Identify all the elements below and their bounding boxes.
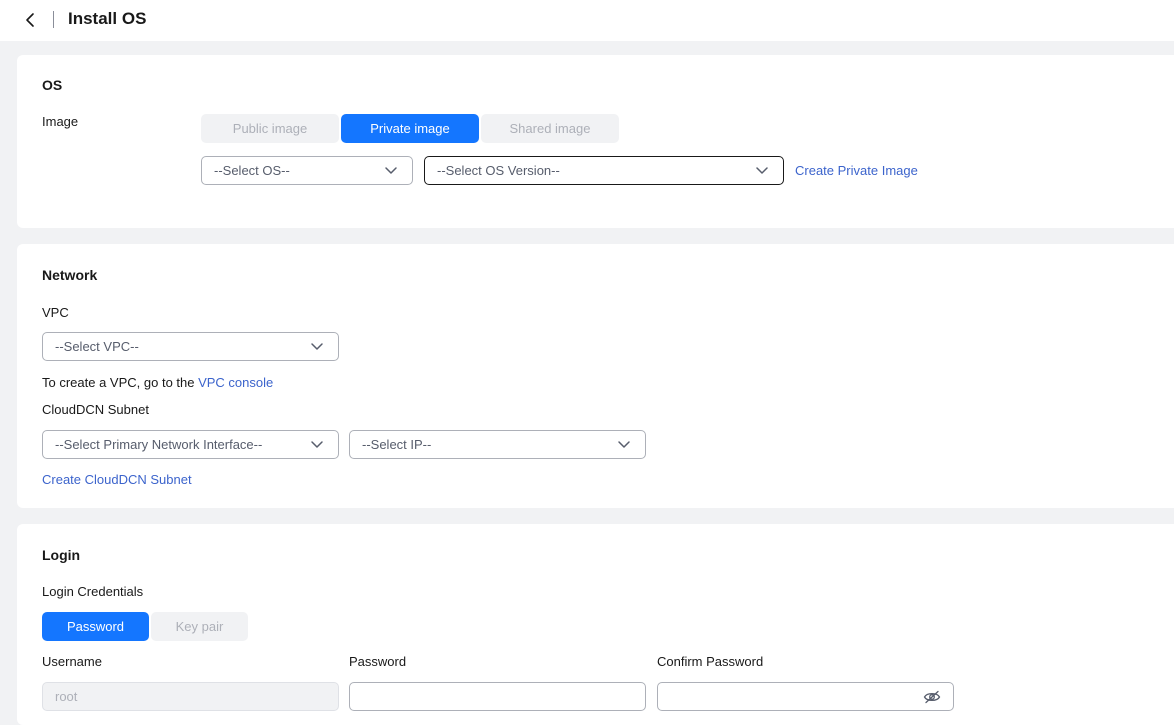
tab-public-image[interactable]: Public image (201, 114, 339, 143)
image-label: Image (42, 114, 79, 129)
network-section: Network VPC --Select VPC-- To create a V… (17, 244, 1174, 508)
username-label: Username (42, 654, 102, 669)
vpc-label: VPC (42, 305, 69, 320)
credentials-label: Login Credentials (42, 584, 144, 599)
chevron-down-icon (385, 167, 397, 174)
tab-key-pair[interactable]: Key pair (151, 612, 248, 641)
chevron-down-icon (756, 167, 768, 174)
username-field (42, 682, 339, 711)
os-select[interactable]: --Select OS-- (201, 156, 413, 185)
subnet-label: CloudDCN Subnet (42, 402, 149, 417)
password-field[interactable] (349, 682, 646, 711)
header-divider (53, 11, 54, 28)
tab-shared-image[interactable]: Shared image (481, 114, 619, 143)
page-title: Install OS (68, 9, 147, 28)
vpc-console-link[interactable]: VPC console (198, 375, 273, 390)
tab-password[interactable]: Password (42, 612, 149, 641)
page-header: Install OS (0, 0, 1174, 41)
vpc-hint-text: To create a VPC, go to the (42, 375, 199, 390)
tab-private-image[interactable]: Private image (341, 114, 479, 143)
confirm-password-label: Confirm Password (657, 654, 764, 669)
os-version-placeholder: --Select OS Version-- (437, 163, 560, 178)
password-label: Password (349, 654, 407, 669)
os-section: OS Image Public image Private image Shar… (17, 55, 1174, 228)
primary-nic-placeholder: --Select Primary Network Interface-- (55, 437, 263, 452)
network-section-title: Network (42, 267, 98, 283)
eye-off-icon[interactable] (923, 690, 941, 704)
os-select-placeholder: --Select OS-- (214, 163, 290, 178)
vpc-hint: To create a VPC, go to the VPC console (42, 375, 273, 390)
vpc-select[interactable]: --Select VPC-- (42, 332, 339, 361)
login-section: Login Login Credentials Password Key pai… (17, 524, 1174, 725)
create-subnet-link[interactable]: Create CloudDCN Subnet (42, 472, 192, 487)
confirm-password-field[interactable] (657, 682, 954, 711)
ip-select[interactable]: --Select IP-- (349, 430, 646, 459)
os-section-title: OS (42, 77, 63, 93)
chevron-down-icon (311, 343, 323, 350)
back-icon[interactable] (22, 10, 40, 30)
vpc-select-placeholder: --Select VPC-- (55, 339, 139, 354)
create-private-image-link[interactable]: Create Private Image (795, 163, 918, 178)
ip-select-placeholder: --Select IP-- (362, 437, 432, 452)
chevron-down-icon (618, 441, 630, 448)
primary-nic-select[interactable]: --Select Primary Network Interface-- (42, 430, 339, 459)
login-section-title: Login (42, 547, 81, 563)
chevron-down-icon (311, 441, 323, 448)
os-version-select[interactable]: --Select OS Version-- (424, 156, 784, 185)
